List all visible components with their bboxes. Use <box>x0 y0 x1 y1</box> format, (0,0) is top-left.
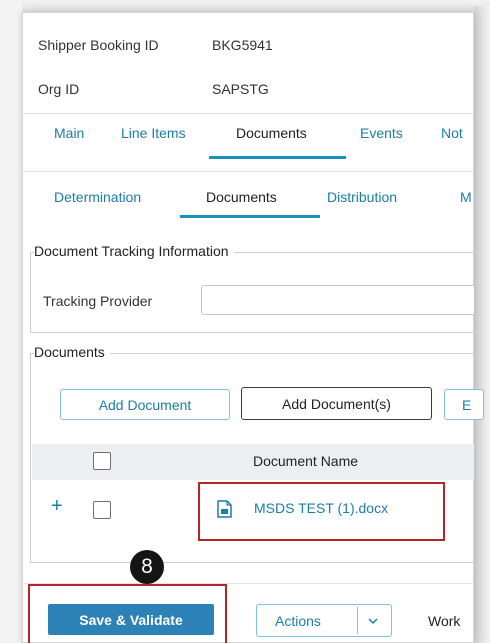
document-name-column-header: Document Name <box>253 453 359 469</box>
subtab-active-indicator <box>180 215 320 218</box>
header-divider <box>22 113 474 114</box>
tab-divider <box>22 171 474 172</box>
documents-section-title: Documents <box>34 344 110 360</box>
subtab-determination[interactable]: Determination <box>54 189 141 205</box>
top-shadow <box>22 0 490 12</box>
actions-split-divider <box>357 607 358 634</box>
save-validate-label: Save & Validate <box>79 611 183 628</box>
overflow-button[interactable]: E <box>444 389 484 420</box>
subtab-distribution[interactable]: Distribution <box>327 189 397 205</box>
tracking-provider-input[interactable] <box>201 285 474 315</box>
tab-active-indicator <box>209 156 346 159</box>
tab-main[interactable]: Main <box>54 125 84 141</box>
add-documents-label: Add Document(s) <box>282 395 391 412</box>
tracking-provider-label: Tracking Provider <box>43 293 153 309</box>
right-shadow <box>474 6 490 643</box>
step-callout-badge: 8 <box>130 550 164 584</box>
booking-id-value: BKG5941 <box>212 37 273 53</box>
subtab-documents[interactable]: Documents <box>206 189 277 205</box>
document-name-highlight <box>198 482 445 541</box>
tracking-section-title: Document Tracking Information <box>34 243 234 259</box>
add-document-label: Add Document <box>98 396 192 413</box>
select-all-checkbox[interactable] <box>93 452 111 470</box>
booking-id-label: Shipper Booking ID <box>38 37 159 53</box>
org-id-label: Org ID <box>38 81 80 97</box>
actions-label: Actions <box>275 613 321 629</box>
tab-line-items[interactable]: Line Items <box>121 125 186 141</box>
workflow-label: Work <box>428 613 461 629</box>
expand-row-icon[interactable]: + <box>51 496 63 516</box>
row-checkbox[interactable] <box>93 501 111 519</box>
org-id-value: SAPSTG <box>212 81 269 97</box>
add-document-button[interactable]: Add Document <box>60 389 230 420</box>
subtab-more[interactable]: M <box>460 189 472 205</box>
tab-documents[interactable]: Documents <box>236 125 307 141</box>
chevron-down-icon[interactable] <box>367 617 379 625</box>
add-documents-button[interactable]: Add Document(s) <box>241 387 432 420</box>
overflow-button-label: E <box>462 396 472 413</box>
tab-events[interactable]: Events <box>360 125 403 141</box>
tab-notes[interactable]: Not <box>441 125 463 141</box>
save-validate-button[interactable]: Save & Validate <box>48 604 214 635</box>
actions-button[interactable]: Actions <box>256 604 392 637</box>
